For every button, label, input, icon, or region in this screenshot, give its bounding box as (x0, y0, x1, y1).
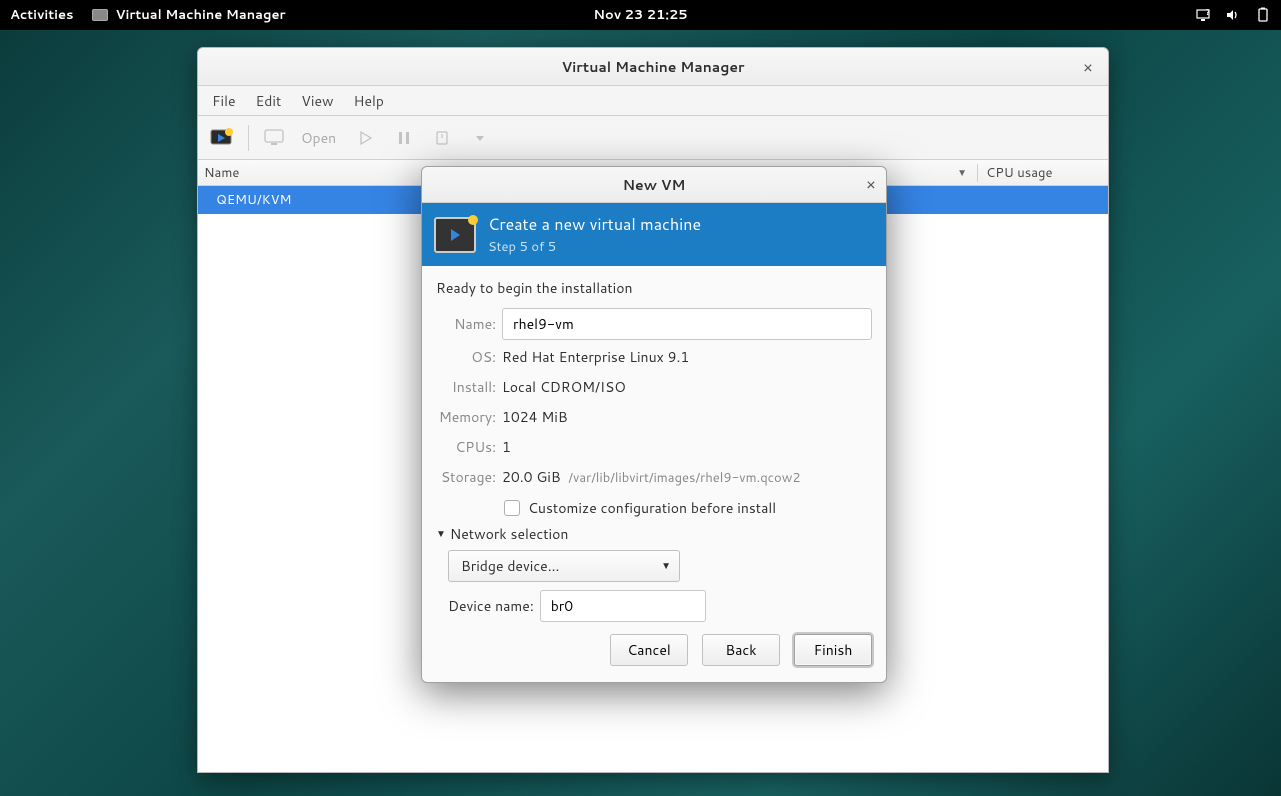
back-button[interactable]: Back (702, 634, 780, 666)
app-icon (92, 9, 108, 21)
os-label: OS: (436, 347, 502, 367)
sort-arrow-icon: ▼ (957, 166, 967, 180)
new-vm-button[interactable] (206, 123, 238, 153)
dialog-titlebar[interactable]: New VM × (422, 167, 886, 203)
expander-arrow-icon: ▼ (436, 527, 446, 541)
install-value: Local CDROM/ISO (502, 377, 872, 397)
svg-text:?: ? (1206, 7, 1210, 18)
network-combo-value: Bridge device... (461, 556, 559, 576)
wizard-icon (434, 217, 476, 253)
network-expander[interactable]: ▼ Network selection (436, 524, 872, 544)
network-combo[interactable]: Bridge device... ▼ (448, 550, 680, 582)
shutdown-menu-button[interactable] (464, 123, 496, 153)
power-icon[interactable] (1255, 7, 1271, 23)
menu-view[interactable]: View (291, 87, 343, 115)
menu-edit[interactable]: Edit (246, 87, 292, 115)
dialog-title: New VM (623, 175, 686, 195)
window-titlebar[interactable]: Virtual Machine Manager × (198, 48, 1108, 86)
storage-path: /var/lib/libvirt/images/rhel9-vm.qcow2 (568, 469, 800, 487)
customize-checkbox[interactable] (504, 500, 520, 516)
network-icon[interactable]: ? (1195, 7, 1211, 23)
menubar: File Edit View Help (198, 86, 1108, 116)
app-name: Virtual Machine Manager (116, 6, 286, 24)
clock[interactable]: Nov 23 21:25 (593, 6, 687, 24)
network-label: Network selection (450, 524, 569, 544)
customize-row[interactable]: Customize configuration before install (504, 498, 872, 518)
window-close-button[interactable]: × (1078, 56, 1098, 76)
new-vm-dialog: New VM × Create a new virtual machine St… (421, 166, 887, 683)
device-name-label: Device name: (448, 596, 534, 616)
install-label: Install: (436, 377, 502, 397)
wizard-title: Create a new virtual machine (488, 213, 701, 236)
pause-button[interactable] (388, 123, 420, 153)
toolbar: Open (198, 116, 1108, 160)
name-input[interactable] (502, 308, 872, 340)
run-button[interactable] (350, 123, 382, 153)
combo-caret-icon: ▼ (661, 559, 671, 573)
cpus-label: CPUs: (436, 437, 502, 457)
dialog-buttons: Cancel Back Finish (436, 630, 872, 668)
memory-label: Memory: (436, 407, 502, 427)
finish-button[interactable]: Finish (794, 634, 872, 666)
volume-icon[interactable] (1225, 7, 1241, 23)
customize-label: Customize configuration before install (528, 498, 776, 518)
toolbar-separator (248, 125, 249, 151)
device-name-input[interactable] (540, 590, 706, 622)
wizard-step: Step 5 of 5 (488, 238, 701, 256)
cancel-button[interactable]: Cancel (610, 634, 688, 666)
cpus-value: 1 (502, 437, 872, 457)
open-label: Open (301, 128, 336, 148)
storage-value: 20.0 GiB (502, 467, 561, 487)
menu-file[interactable]: File (202, 87, 246, 115)
gnome-topbar: Activities Virtual Machine Manager Nov 2… (0, 0, 1281, 30)
active-app[interactable]: Virtual Machine Manager (92, 6, 286, 24)
open-vm-button[interactable] (259, 123, 291, 153)
activities-button[interactable]: Activities (10, 6, 74, 24)
storage-label: Storage: (436, 467, 502, 487)
ready-text: Ready to begin the installation (436, 278, 872, 298)
dialog-close-button[interactable]: × (866, 173, 876, 196)
name-label: Name: (436, 314, 502, 334)
os-value: Red Hat Enterprise Linux 9.1 (502, 347, 872, 367)
memory-value: 1024 MiB (502, 407, 872, 427)
window-title: Virtual Machine Manager (561, 57, 744, 77)
dialog-body: Ready to begin the installation Name: OS… (422, 266, 886, 682)
dialog-header: Create a new virtual machine Step 5 of 5 (422, 203, 886, 266)
column-cpu[interactable]: CPU usage (978, 164, 1108, 182)
shutdown-button[interactable] (426, 123, 458, 153)
menu-help[interactable]: Help (344, 87, 394, 115)
column-name-label: Name (204, 164, 239, 182)
